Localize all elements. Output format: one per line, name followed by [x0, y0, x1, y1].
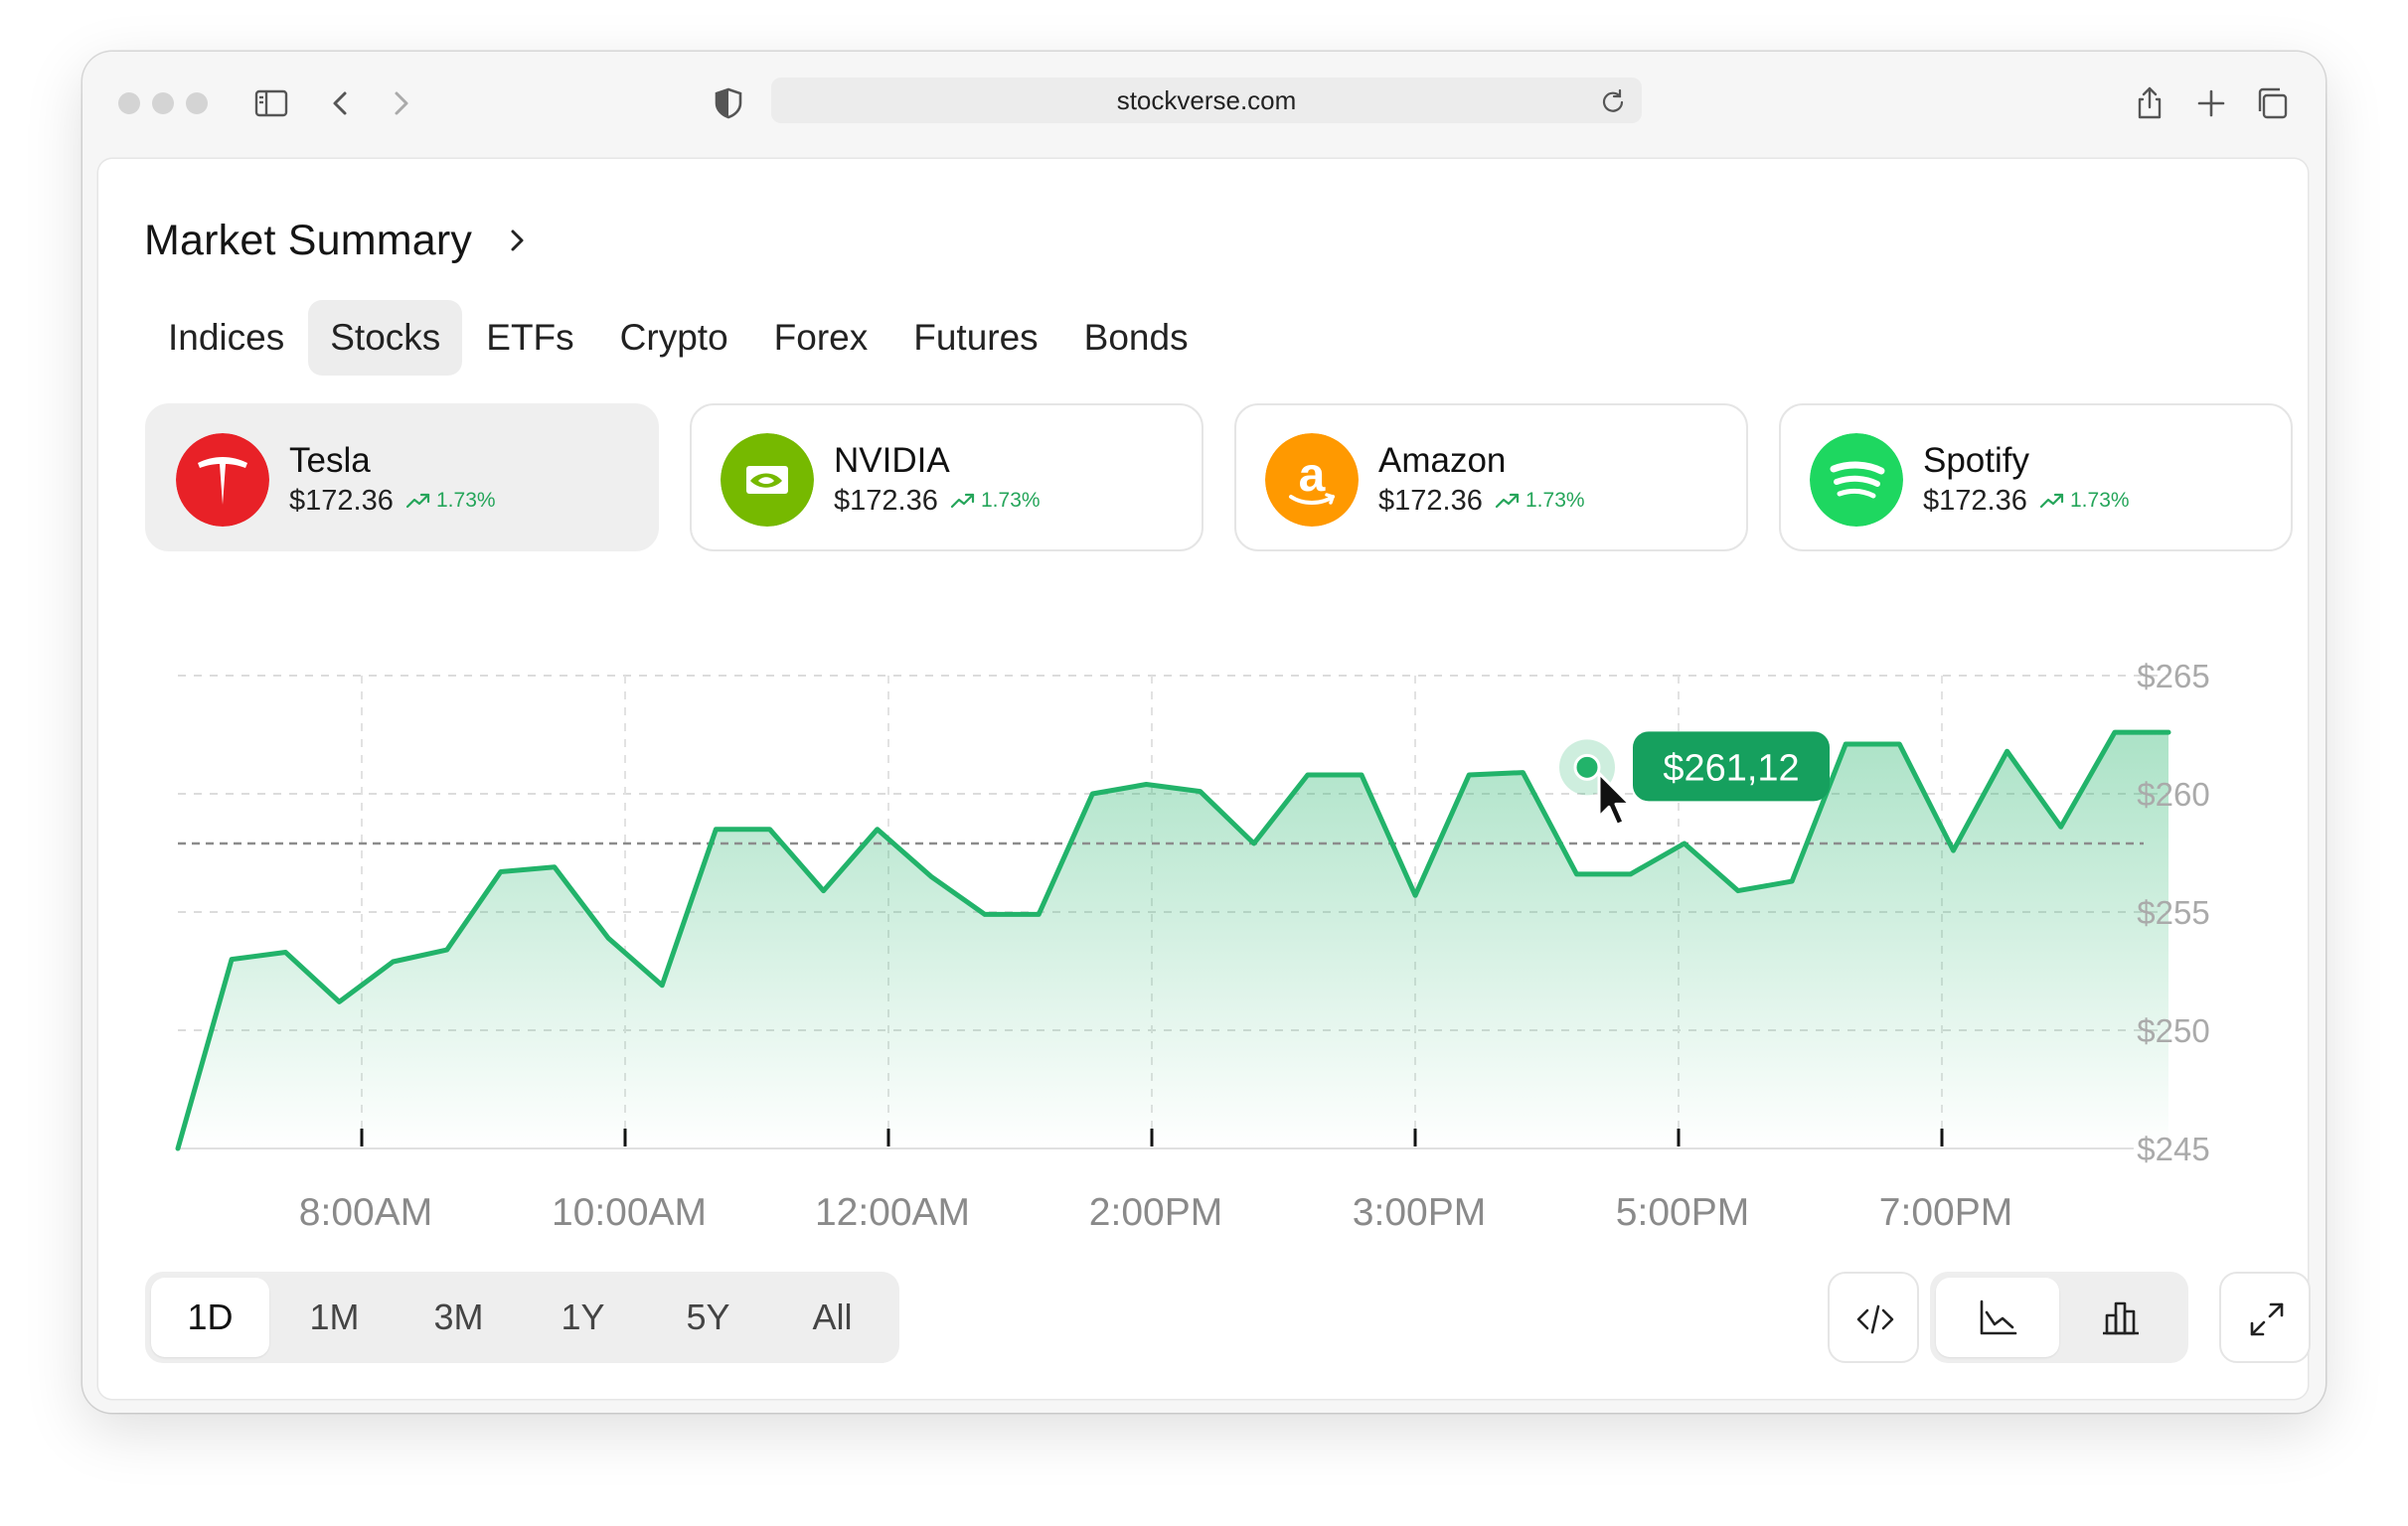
shield-icon[interactable]: [709, 83, 748, 123]
tabs-overview-icon[interactable]: [2252, 83, 2292, 123]
y-tick-label: $250: [2137, 1012, 2209, 1049]
y-tick-label: $265: [2137, 658, 2209, 694]
embed-code-button[interactable]: [1828, 1272, 1919, 1363]
range-5y-button[interactable]: 5Y: [649, 1278, 767, 1357]
range-1m-button[interactable]: 1M: [275, 1278, 394, 1357]
line-chart-icon: [1980, 1299, 2017, 1335]
browser-window: stockverse.com Market Summary Indices St…: [82, 52, 2326, 1413]
y-tick-label: $260: [2137, 776, 2209, 813]
price-chart[interactable]: $265 $260 $255 $250 $245 8:00AM 10:00AM 12:00AM…: [98, 159, 2308, 1252]
range-3m-button[interactable]: 3M: [400, 1278, 518, 1357]
chart-type-toggle: [1930, 1272, 2188, 1363]
y-tick-label: $255: [2137, 894, 2209, 931]
window-close-dot[interactable]: [118, 92, 140, 114]
price-tooltip-label: $261,12: [1663, 747, 1799, 789]
back-icon[interactable]: [321, 83, 361, 123]
x-tick-label: 3:00PM: [1353, 1191, 1486, 1234]
y-tick-label: $245: [2137, 1131, 2209, 1167]
window-zoom-dot[interactable]: [186, 92, 208, 114]
area-fill: [178, 732, 2168, 1148]
range-1y-button[interactable]: 1Y: [524, 1278, 642, 1357]
share-icon[interactable]: [2130, 83, 2169, 123]
address-bar[interactable]: stockverse.com: [771, 77, 1642, 123]
mouse-cursor-icon: [1597, 771, 1632, 827]
x-tick-label: 2:00PM: [1089, 1191, 1222, 1234]
expand-icon: [2250, 1302, 2284, 1336]
time-range-selector: 1D 1M 3M 1Y 5Y All: [145, 1272, 899, 1363]
x-tick-label: 7:00PM: [1879, 1191, 2012, 1234]
bar-chart-icon: [2103, 1301, 2139, 1335]
line-chart-button[interactable]: [1936, 1278, 2059, 1357]
forward-icon[interactable]: [381, 83, 420, 123]
window-minimize-dot[interactable]: [152, 92, 174, 114]
embed-code-icon: [1856, 1304, 1894, 1334]
hover-marker[interactable]: [1573, 753, 1601, 781]
range-all-button[interactable]: All: [773, 1278, 891, 1357]
x-tick-label: 5:00PM: [1616, 1191, 1749, 1234]
url-text: stockverse.com: [1116, 85, 1297, 115]
page-content: Market Summary Indices Stocks ETFs Crypt…: [98, 159, 2311, 1399]
sidebar-icon[interactable]: [251, 83, 291, 123]
range-1d-button[interactable]: 1D: [151, 1278, 269, 1357]
x-tick-label: 12:00AM: [815, 1191, 970, 1234]
new-tab-icon[interactable]: [2191, 83, 2231, 123]
x-tick-label: 10:00AM: [552, 1191, 707, 1234]
fullscreen-button[interactable]: [2219, 1272, 2311, 1363]
x-tick-label: 8:00AM: [299, 1191, 432, 1234]
reload-icon[interactable]: [1598, 85, 1628, 115]
bar-chart-button[interactable]: [2059, 1278, 2182, 1357]
